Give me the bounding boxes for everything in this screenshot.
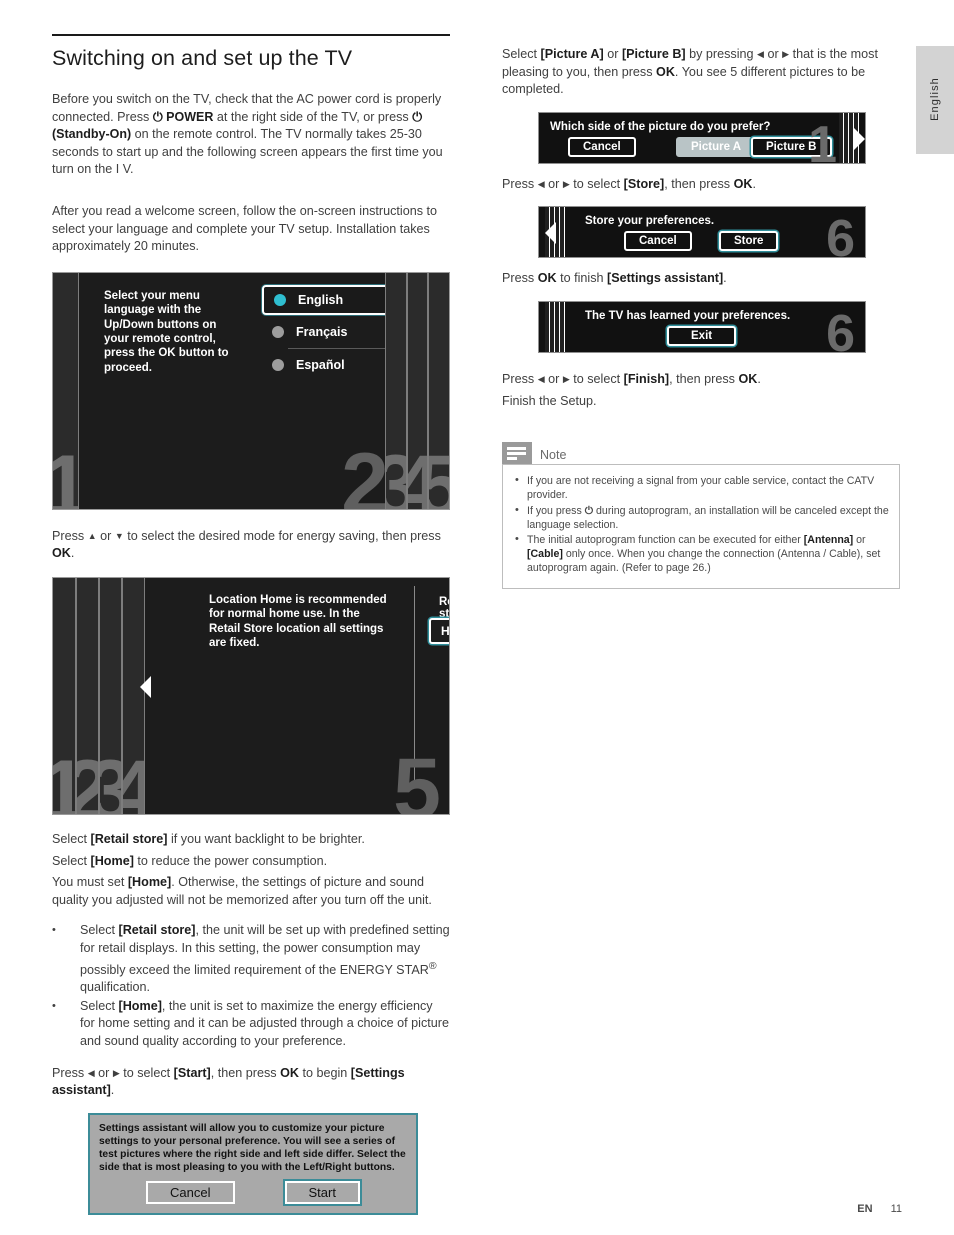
step-number-1: 1 [53,443,78,509]
radio-dot-icon [272,358,284,371]
step-strip-2: 2 [76,577,99,814]
picture-dialog-title: Which side of the picture do you prefer? [550,120,771,133]
note-icon [502,442,532,465]
step-number-2: 2 [77,748,98,814]
caption-select-finish: Press ◀ or ▶ to select [Finish], then pr… [502,371,761,386]
settings-assistant-message: Settings assistant will allow you to cus… [99,1122,406,1173]
retail-home-bullet-list: Select [Retail store], the unit will be … [52,922,450,1050]
caption-press-start: Press ◀ or ▶ to select [Start], then pre… [52,1065,405,1098]
note-content: If you are not receiving a signal from y… [502,464,900,589]
osd-picture-preference-dialog: Which side of the picture do you prefer?… [538,111,866,164]
manual-page: English Switching on and set up the TV B… [0,0,954,1235]
left-caret-icon [545,222,556,245]
footer-page-number: 11 [890,1203,902,1215]
note-box: Note If you are not receiving a signal f… [502,442,900,589]
step-strip-1: 1 [53,577,76,814]
screen-content-area: Location Home is recommended for normal h… [140,577,450,815]
cancel-button[interactable]: Cancel [568,136,636,157]
radio-dot-icon [272,325,284,338]
caption-finish-assistant: Press OK to finish [Settings assistant]. [502,271,727,286]
right-column: Select [Picture A] or [Picture B] by pre… [502,46,902,589]
step-number-3: 3 [386,443,406,509]
step-number-6: 6 [826,304,855,353]
caption-finish-setup: Finish the Setup. [502,393,597,408]
language-instruction: Select your menu language with the Up/Down… [104,289,229,374]
cancel-button[interactable]: Cancel [624,231,692,252]
step-number-3: 3 [100,748,121,814]
settings-assistant-dialog: Settings assistant will allow you to cus… [88,1112,418,1215]
step-number-4: 4 [123,748,144,814]
step-strip-1: 1 [53,272,79,509]
caption-energy-saving: Press ▲ or ▼ to select the desired mode … [52,528,441,561]
language-tab: English [916,46,954,154]
page-footer: EN 11 [857,1203,902,1215]
language-option-francais[interactable]: Français [262,319,397,345]
language-option-english[interactable]: English [262,284,397,315]
list-divider [288,347,387,349]
intro-paragraph-2: After you read a welcome screen, follow … [52,203,437,254]
note-title: Note [540,448,567,463]
intro-picture-selection: Select [Picture A] or [Picture B] by pre… [502,47,878,97]
tv-screen-location-selection: 1 2 3 4 Location Home is recommendedfor … [52,576,450,815]
note-header: Note [502,442,900,465]
step-strip-4: 4 [407,272,428,509]
start-button[interactable]: Start [284,1180,360,1204]
step-strip-5: 5 [428,272,449,509]
store-dialog-title: Store your preferences. [585,215,715,228]
language-option-list: English Français Español [262,284,397,378]
step-strip-3: 3 [99,577,122,814]
title-rule [52,34,450,36]
exit-button[interactable]: Exit [667,325,737,346]
step-number-1: 1 [808,115,837,164]
osd-learned-dialog: The TV has learned your preferences. Exi… [538,300,866,353]
list-item: The initial autoprogram function can be … [513,532,889,576]
step-number-5: 5 [393,740,441,815]
step-strips [545,301,565,352]
language-tab-label: English [929,77,941,121]
tv-screen-language-selection: 1 Select your menulanguage with theUp/Do… [52,271,450,510]
left-column: Switching on and set up the TV Before yo… [52,34,450,1215]
right-caret-icon [854,127,865,150]
list-item: Select [Home], the unit is set to maximi… [52,998,450,1051]
step-number-6: 6 [826,210,855,259]
osd-store-dialog: Store your preferences. Cancel Store 6 [538,206,866,259]
language-option-label: Español [296,357,345,372]
step-number-5: 5 [429,443,449,509]
picture-a-button[interactable]: Picture A [676,136,757,157]
language-option-label: English [298,292,344,307]
step-number-1: 1 [53,748,75,814]
left-caret-icon [140,675,151,698]
list-item: If you are not receiving a signal from y… [513,473,889,502]
step-number-4: 4 [408,443,427,509]
cancel-button[interactable]: Cancel [146,1180,235,1204]
location-instruction: Location Home is recommended for normal h… [209,593,387,650]
footer-locale: EN [857,1203,873,1215]
store-button[interactable]: Store [719,231,779,252]
page-title: Switching on and set up the TV [52,46,353,70]
home-button[interactable]: Home [429,617,449,644]
language-option-label: Français [296,324,348,339]
text-select-home: Select [Home] to reduce the power consum… [52,853,328,868]
step-strip-3: 3 [385,272,407,509]
settings-assistant-buttons: Cancel Start [99,1180,407,1204]
learned-dialog-title: The TV has learned your preferences. [585,309,791,322]
home-button-label: Home [429,617,449,644]
radio-dot-icon [274,293,286,306]
retail-store-heading: Retail store [439,595,450,620]
language-option-espanol[interactable]: Español [262,352,397,378]
text-select-retail: Select [Retail store] if you want backli… [52,831,365,846]
caption-press-store: Press ◀ or ▶ to select [Store], then pre… [502,176,756,191]
step-number-2: 2 [341,435,389,510]
list-item: If you press ⏻ during autoprogram, an in… [513,503,889,532]
text-must-set-home: You must set [Home]. Otherwise, the sett… [52,875,432,907]
intro-paragraph-1: Before you switch on the TV, check that … [52,92,443,177]
screen-content-area: Select your menu language with the Up/Down… [80,272,397,509]
list-item: Select [Retail store], the unit will be … [52,922,450,997]
